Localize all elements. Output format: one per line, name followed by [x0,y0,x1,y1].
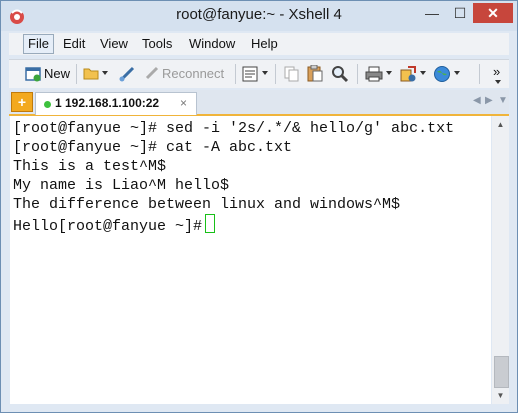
paste-icon[interactable] [307,65,323,82]
tab-scroll-left-icon[interactable]: ◀ [473,95,481,106]
terminal-output[interactable]: [root@fanyue ~]# sed -i '2s/.*/& hello/g… [10,116,491,404]
terminal-cursor [205,214,216,233]
toolbar-overflow-button[interactable]: » [493,62,500,82]
reconnect-button[interactable]: Reconnect [162,64,224,84]
globe-icon[interactable] [433,65,451,83]
terminal-line: This is a test^M$ [13,158,167,175]
globe-dropdown-caret[interactable] [454,71,460,75]
terminal-line: [root@fanyue ~]# sed -i '2s/.*/& hello/g… [13,120,455,137]
find-icon[interactable] [331,65,349,83]
menu-tools[interactable]: Tools [138,35,176,53]
scroll-down-icon[interactable]: ▼ [492,387,509,404]
menu-file[interactable]: File [23,34,54,54]
terminal-prompt-text: Hello[root@fanyue ~]# [13,218,203,235]
terminal-line: [root@fanyue ~]# cat -A abc.txt [13,139,293,156]
tab-label: 1 192.168.1.100:22 [55,96,160,110]
xftp-transfer-icon[interactable] [399,65,417,83]
close-button[interactable]: ✕ [473,3,513,23]
new-tab-plus-icon[interactable]: + [11,92,33,112]
tab-scroll-right-icon[interactable]: ▶ [485,95,493,106]
tab-session-192-168-1-100[interactable]: 1 192.168.1.100:22 × [35,92,197,115]
terminal-prompt-line: Hello[root@fanyue ~]# [13,214,216,235]
toolbar-separator [76,64,77,84]
menu-help[interactable]: Help [247,35,282,53]
open-dropdown-caret[interactable] [102,71,108,75]
menu-bar: File Edit View Tools Window Help [9,33,509,55]
new-button[interactable]: New [44,64,70,84]
reconnect-icon [145,66,159,80]
session-tab-bar: + 1 192.168.1.100:22 × ◀ ▶ ▼ [9,90,509,116]
toolbar-separator [235,64,236,84]
xshell-window: root@fanyue:~ - Xshell 4 — ☐ ✕ File Edit… [0,0,518,413]
scroll-up-icon[interactable]: ▲ [492,116,509,133]
toolbar-overflow-caret[interactable] [495,80,501,84]
terminal-line: The difference between linux and windows… [13,196,401,213]
print-dropdown-caret[interactable] [386,71,392,75]
terminal-scrollbar[interactable]: ▲ ▼ [492,116,509,404]
tab-list-icon[interactable]: ▼ [498,95,508,106]
open-folder-icon[interactable] [83,66,99,80]
properties-icon[interactable] [242,66,258,82]
connection-status-icon [44,101,51,108]
menu-view[interactable]: View [96,35,132,53]
title-bar[interactable]: root@fanyue:~ - Xshell 4 — ☐ ✕ [1,1,517,31]
connect-icon[interactable] [118,65,136,83]
toolbar-separator [357,64,358,84]
minimize-button[interactable]: — [419,3,445,23]
toolbar-separator [479,64,480,84]
tab-close-icon[interactable]: × [180,96,187,110]
terminal-line: My name is Liao^M hello$ [13,177,230,194]
transfer-dropdown-caret[interactable] [420,71,426,75]
copy-icon[interactable] [284,66,300,82]
properties-dropdown-caret[interactable] [262,71,268,75]
new-session-icon [25,67,41,82]
scrollbar-thumb[interactable] [494,356,509,388]
toolbar-separator [275,64,276,84]
toolbar: New Reconnect » [9,59,509,88]
print-icon[interactable] [365,66,383,82]
menu-window[interactable]: Window [185,35,239,53]
menu-edit[interactable]: Edit [59,35,89,53]
maximize-button[interactable]: ☐ [447,3,473,23]
